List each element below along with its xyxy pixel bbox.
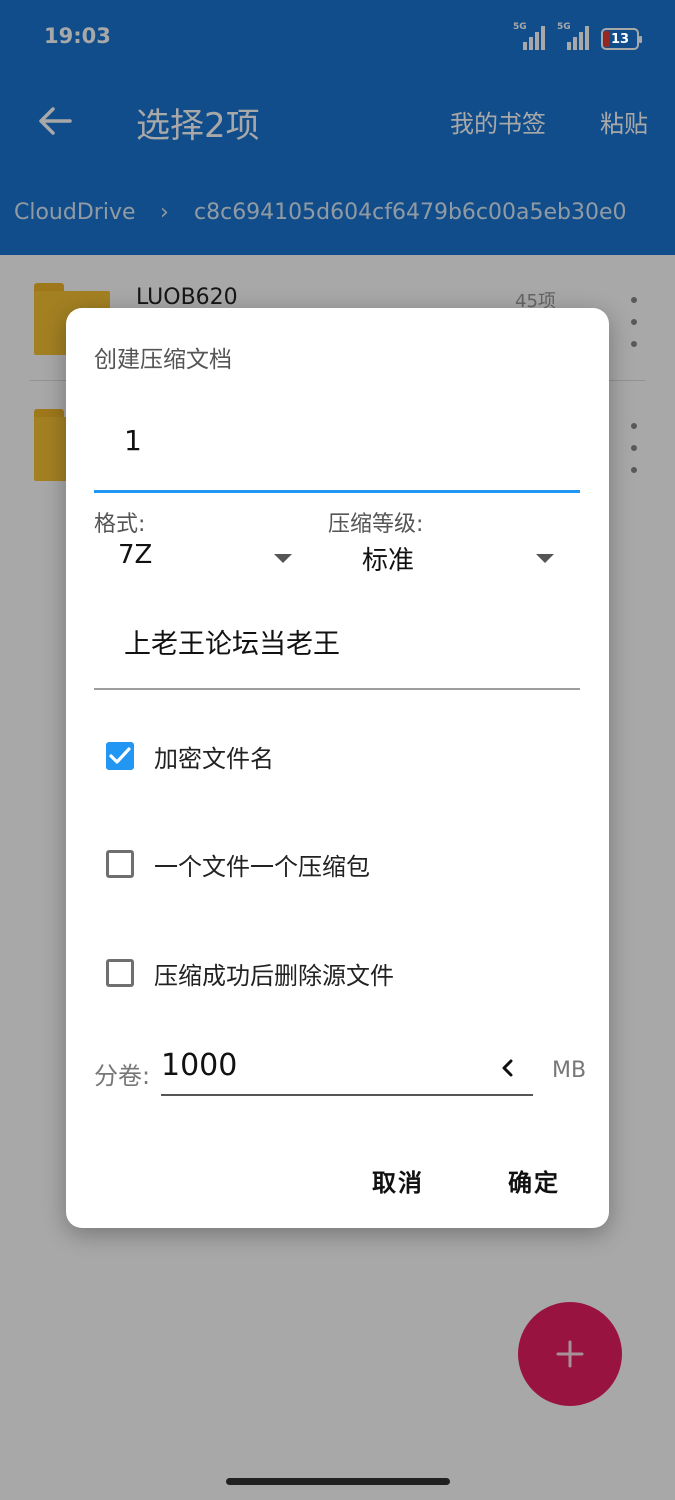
delete-source-checkbox[interactable]: 压缩成功后删除源文件: [106, 953, 394, 993]
ok-button[interactable]: 确定: [508, 1163, 560, 1198]
level-select[interactable]: 标准: [362, 540, 558, 580]
archive-name-value: 1: [124, 424, 142, 457]
archive-name-input[interactable]: 1: [94, 416, 580, 493]
encrypt-filenames-checkbox[interactable]: 加密文件名: [106, 736, 274, 776]
create-archive-dialog: 创建压缩文档 1 格式: 压缩等级: 7Z 标准 上老王论坛当老王 加密文件名 …: [66, 308, 609, 1228]
password-value: 上老王论坛当老王: [124, 629, 340, 660]
dropdown-arrow-icon: [536, 554, 554, 563]
format-label: 格式:: [94, 512, 146, 537]
chevron-left-icon[interactable]: [495, 1054, 519, 1082]
checkbox-checked-icon: [106, 742, 134, 770]
dialog-title: 创建压缩文档: [94, 347, 232, 373]
volume-size-value: 1000: [161, 1048, 238, 1083]
dropdown-arrow-icon: [274, 554, 292, 563]
checkbox-label: 一个文件一个压缩包: [154, 852, 370, 881]
volume-label: 分卷:: [94, 1062, 151, 1090]
format-select[interactable]: 7Z: [118, 540, 298, 580]
checkbox-unchecked-icon: [106, 850, 134, 878]
password-input[interactable]: 上老王论坛当老王: [94, 608, 580, 690]
volume-size-input[interactable]: 1000: [161, 1048, 533, 1096]
checkbox-label: 压缩成功后删除源文件: [154, 961, 394, 990]
level-value: 标准: [362, 546, 415, 576]
one-archive-per-file-checkbox[interactable]: 一个文件一个压缩包: [106, 844, 370, 884]
checkbox-label: 加密文件名: [154, 744, 274, 773]
format-value: 7Z: [118, 540, 153, 570]
checkbox-unchecked-icon: [106, 959, 134, 987]
level-label: 压缩等级:: [328, 512, 424, 537]
cancel-button[interactable]: 取消: [372, 1163, 424, 1198]
volume-unit: MB: [552, 1058, 587, 1083]
